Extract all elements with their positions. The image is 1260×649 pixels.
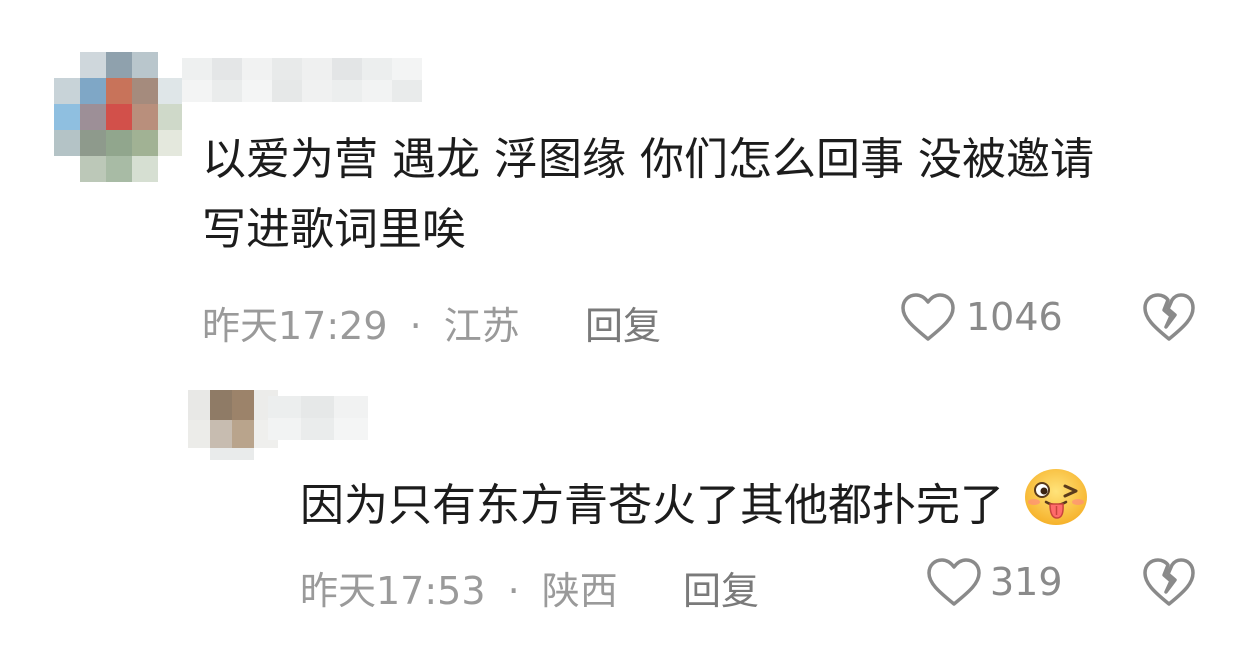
comment-text-content: 因为只有东方青苍火了其他都扑完了 xyxy=(300,480,1004,531)
comment-time: 昨天17:29 xyxy=(202,304,388,348)
comment-text-line: 以爱为营 遇龙 浮图缘 你们怎么回事 没被邀请 xyxy=(202,134,1094,185)
comment-location: 陕西 xyxy=(541,569,618,613)
comment-text: 以爱为营 遇龙 浮图缘 你们怎么回事 没被邀请 写进歌词里唉 xyxy=(202,125,1242,265)
comment-time: 昨天17:53 xyxy=(300,569,486,613)
broken-heart-icon[interactable] xyxy=(1142,558,1196,612)
like-count: 1046 xyxy=(966,295,1063,339)
comment-location: 江苏 xyxy=(443,304,520,348)
comment-meta: 昨天17:53 · 陕西 xyxy=(300,560,618,615)
comment-text: 因为只有东方青苍火了其他都扑完了 xyxy=(300,466,1090,549)
heart-outline-icon[interactable] xyxy=(900,293,956,347)
wink-tongue-emoji xyxy=(1022,466,1090,549)
comment-text-line: 写进歌词里唉 xyxy=(202,204,466,255)
username[interactable] xyxy=(182,58,422,102)
like-count: 319 xyxy=(990,560,1063,604)
reply-button[interactable]: 回复 xyxy=(585,295,661,350)
separator: · xyxy=(507,569,520,613)
heart-outline-icon[interactable] xyxy=(926,558,982,612)
reply-button[interactable]: 回复 xyxy=(683,560,759,615)
username[interactable] xyxy=(268,396,368,440)
comment-meta: 昨天17:29 · 江苏 xyxy=(202,295,520,350)
avatar[interactable] xyxy=(52,52,182,192)
separator: · xyxy=(409,304,422,348)
avatar[interactable] xyxy=(188,390,278,460)
broken-heart-icon[interactable] xyxy=(1142,293,1196,347)
